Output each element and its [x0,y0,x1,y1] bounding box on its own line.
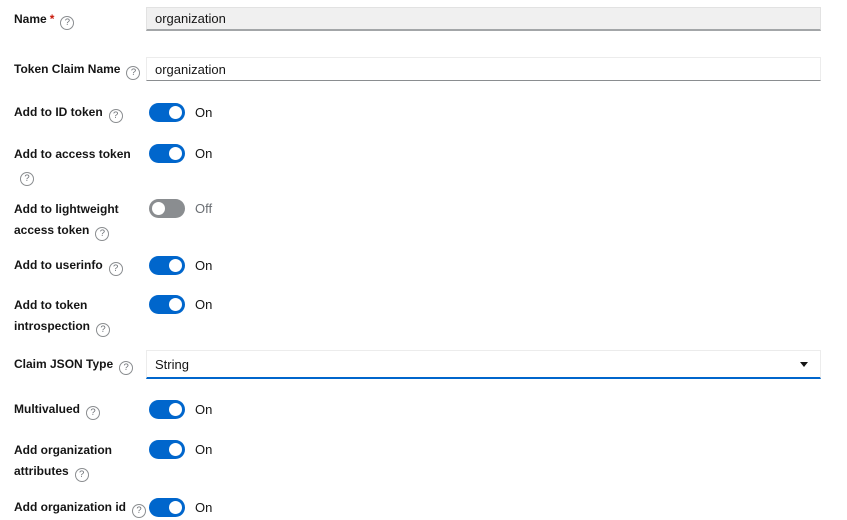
field-label-multivalued: Multivalued [14,400,140,420]
switch-state-label: Off [195,201,213,216]
row-add-to-userinfo: Add to userinfo On [14,256,821,276]
add-to-access-token-switch[interactable] [149,144,185,163]
field-label-add-to-token-introspection: Add to token introspection [14,295,140,337]
claim-json-type-select[interactable]: String [146,350,821,379]
mapper-config-form: Name* Token Claim Name Add to ID token O… [14,7,821,518]
caret-down-icon [800,362,808,367]
help-icon[interactable] [60,16,75,30]
switch-knob [169,443,182,456]
switch-knob [169,298,182,311]
help-icon[interactable] [132,504,146,518]
switch-state-label: On [195,442,213,457]
field-label-add-organization-id: Add organization id [14,498,146,518]
switch-knob [152,202,165,215]
row-add-organization-attributes: Add organization attributes On [14,440,821,482]
add-to-token-introspection-switch[interactable] [149,295,185,314]
help-icon[interactable] [96,323,111,337]
switch-knob [169,501,182,514]
label-text: Add to userinfo [14,258,103,272]
switch-state-label: On [195,500,213,515]
row-token-claim-name: Token Claim Name [14,57,821,81]
field-label-name: Name * [14,7,140,31]
switch-state-label: On [195,146,213,161]
field-label-add-to-access-token: Add to access token [14,144,140,186]
field-label-claim-json-type: Claim JSON Type [14,350,140,379]
label-text: Name [14,12,47,26]
add-to-lightweight-access-token-switch[interactable] [149,199,185,218]
required-indicator: * [49,12,55,26]
switch-state-label: On [195,297,213,312]
label-text: Token Claim Name [14,62,121,76]
switch-state-label: On [195,258,213,273]
field-label-token-claim-name: Token Claim Name [14,57,141,81]
multivalued-switch[interactable] [149,400,185,419]
switch-knob [169,259,182,272]
label-text: Add organization id [14,500,126,514]
switch-knob [169,403,182,416]
row-multivalued: Multivalued On [14,400,821,420]
label-text: Add to ID token [14,105,103,119]
row-add-to-access-token: Add to access token On [14,144,821,186]
row-add-to-id-token: Add to ID token On [14,103,821,123]
field-label-add-to-lightweight-access-token: Add to lightweight access token [14,199,140,241]
label-text: Add organization attributes [14,443,112,478]
help-icon[interactable] [108,262,123,276]
row-claim-json-type: Claim JSON Type String [14,350,821,379]
switch-state-label: On [195,402,213,417]
field-label-add-organization-attributes: Add organization attributes [14,440,140,482]
token-claim-name-input[interactable] [146,57,821,81]
row-add-to-lightweight-access-token: Add to lightweight access token Off [14,199,821,241]
add-to-userinfo-switch[interactable] [149,256,185,275]
add-to-id-token-switch[interactable] [149,103,185,122]
switch-knob [169,147,182,160]
help-icon[interactable] [126,66,141,80]
help-icon[interactable] [108,109,123,123]
row-add-to-token-introspection: Add to token introspection On [14,295,821,337]
switch-state-label: On [195,105,213,120]
help-icon[interactable] [74,468,89,482]
add-organization-attributes-switch[interactable] [149,440,185,459]
switch-knob [169,106,182,119]
row-add-organization-id: Add organization id On [14,498,821,518]
field-label-add-to-id-token: Add to ID token [14,103,140,123]
label-text: Claim JSON Type [14,357,114,371]
name-input [146,7,821,31]
help-icon[interactable] [95,227,110,241]
row-name: Name * [14,7,821,31]
help-icon[interactable] [20,172,34,186]
field-label-add-to-userinfo: Add to userinfo [14,256,140,276]
help-icon[interactable] [86,406,101,420]
label-text: Multivalued [14,402,81,416]
select-value: String [155,356,189,372]
label-text: Add to access token [14,147,131,161]
help-icon[interactable] [119,361,134,375]
add-organization-id-switch[interactable] [149,498,185,517]
label-text: Add to token introspection [14,298,91,333]
